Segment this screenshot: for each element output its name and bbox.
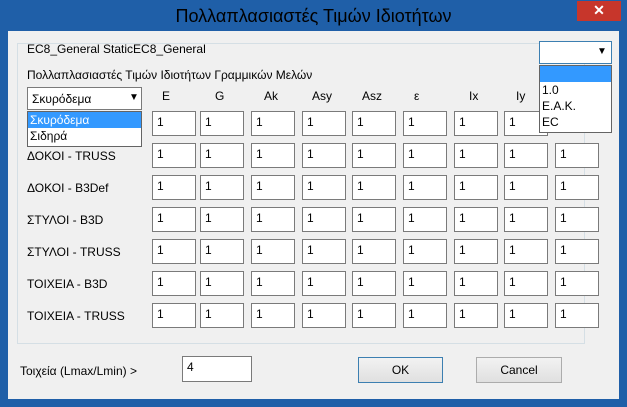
row-label: ΣΤΥΛΟΙ - TRUSS	[27, 245, 121, 259]
multiplier-input[interactable]: 1	[352, 175, 396, 200]
multiplier-input[interactable]: 1	[352, 271, 396, 296]
multiplier-input[interactable]: 1	[352, 207, 396, 232]
group-title: Πολλαπλασιαστές Τιμών Ιδιοτήτων Γραμμικώ…	[25, 68, 315, 82]
material-select-value: Σκυρόδεμα	[32, 92, 92, 106]
code-option-ec[interactable]: EC	[540, 114, 611, 130]
row-label: ΤΟΙΧΕΙΑ - B3D	[27, 277, 108, 291]
code-option-eak[interactable]: E.A.K.	[540, 98, 611, 114]
multiplier-input[interactable]: 1	[302, 239, 346, 264]
multiplier-input[interactable]: 1	[454, 207, 498, 232]
multiplier-input[interactable]: 1	[504, 271, 548, 296]
multiplier-input[interactable]: 1	[152, 303, 196, 328]
multiplier-input[interactable]: 1	[555, 143, 599, 168]
multiplier-input[interactable]: 1	[302, 111, 346, 136]
row-label: ΤΟΙΧΕΙΑ - TRUSS	[27, 309, 125, 323]
multiplier-input[interactable]: 1	[200, 271, 244, 296]
multiplier-input[interactable]: 1	[504, 207, 548, 232]
multiplier-input[interactable]: 1	[352, 239, 396, 264]
multiplier-input[interactable]: 1	[454, 303, 498, 328]
multiplier-input[interactable]: 1	[302, 175, 346, 200]
multiplier-input[interactable]: 1	[504, 175, 548, 200]
dialog-window: Πολλαπλασιαστές Τιμών Ιδιοτήτων ✕ EC8_Ge…	[0, 0, 627, 407]
multiplier-input[interactable]: 1	[302, 143, 346, 168]
multiplier-input[interactable]: 1	[251, 271, 295, 296]
column-header: Ak	[264, 89, 279, 103]
column-header: E	[162, 89, 171, 103]
multiplier-input[interactable]: 1	[200, 175, 244, 200]
window-title: Πολλαπλασιαστές Τιμών Ιδιοτήτων	[175, 6, 452, 26]
material-option-concrete[interactable]: Σκυρόδεμα	[28, 112, 141, 128]
multiplier-input[interactable]: 1	[454, 111, 498, 136]
multiplier-input[interactable]: 1	[302, 271, 346, 296]
multiplier-input[interactable]: 1	[352, 111, 396, 136]
multiplier-input[interactable]: 1	[403, 175, 447, 200]
column-header: Ix	[469, 89, 479, 103]
multiplier-input[interactable]: 1	[555, 271, 599, 296]
row-label: ΔΟΚΟΙ - TRUSS	[27, 149, 116, 163]
multiplier-input[interactable]: 1	[504, 239, 548, 264]
ratio-input[interactable]: 4	[182, 356, 252, 382]
title-bar: Πολλαπλασιαστές Τιμών Ιδιοτήτων ✕	[0, 0, 627, 32]
material-select[interactable]: Σκυρόδεμα ▼	[27, 87, 142, 110]
multiplier-input[interactable]: 1	[251, 175, 295, 200]
multiplier-input[interactable]: 1	[555, 239, 599, 264]
row-label: ΔΟΚΟΙ - B3Def	[27, 181, 109, 195]
multiplier-input[interactable]: 1	[555, 175, 599, 200]
multiplier-input[interactable]: 1	[403, 303, 447, 328]
multiplier-input[interactable]: 1	[152, 143, 196, 168]
multiplier-input[interactable]: 1	[152, 207, 196, 232]
multiplier-input[interactable]: 1	[200, 239, 244, 264]
multiplier-input[interactable]: 1	[152, 239, 196, 264]
multiplier-input[interactable]: 1	[454, 175, 498, 200]
multiplier-input[interactable]: 1	[504, 303, 548, 328]
material-option-steel[interactable]: Σιδηρά	[28, 128, 141, 144]
multiplier-input[interactable]: 1	[251, 239, 295, 264]
ratio-label: Τοιχεία (Lmax/Lmin) >	[20, 364, 137, 378]
multiplier-input[interactable]: 1	[200, 207, 244, 232]
multiplier-input[interactable]: 1	[251, 207, 295, 232]
multiplier-input[interactable]: 1	[352, 143, 396, 168]
multiplier-input[interactable]: 1	[403, 111, 447, 136]
multiplier-input[interactable]: 1	[200, 111, 244, 136]
multiplier-input[interactable]: 1	[302, 207, 346, 232]
material-dropdown-list: Σκυρόδεμα Σιδηρά	[27, 111, 142, 147]
multiplier-input[interactable]: 1	[403, 143, 447, 168]
code-select[interactable]: ▼	[539, 41, 612, 64]
multiplier-input[interactable]: 1	[403, 207, 447, 232]
column-header: G	[215, 89, 225, 103]
multiplier-input[interactable]: 1	[152, 271, 196, 296]
multiplier-input[interactable]: 1	[454, 271, 498, 296]
column-header: ε	[414, 89, 420, 103]
chevron-down-icon: ▼	[129, 92, 139, 103]
multiplier-input[interactable]: 1	[152, 175, 196, 200]
code-dropdown-list: 1.0 E.A.K. EC	[539, 65, 612, 133]
chevron-down-icon: ▼	[597, 46, 607, 57]
multiplier-input[interactable]: 1	[454, 143, 498, 168]
multiplier-input[interactable]: 1	[403, 239, 447, 264]
multiplier-input[interactable]: 1	[302, 303, 346, 328]
multiplier-input[interactable]: 1	[200, 143, 244, 168]
multiplier-input[interactable]: 1	[152, 111, 196, 136]
multiplier-input[interactable]: 1	[555, 207, 599, 232]
multiplier-input[interactable]: 1	[555, 303, 599, 328]
column-header: Asz	[362, 89, 383, 103]
multiplier-input[interactable]: 1	[200, 303, 244, 328]
multiplier-input[interactable]: 1	[504, 143, 548, 168]
code-option-empty[interactable]	[540, 66, 611, 82]
cancel-button[interactable]: Cancel	[476, 357, 562, 383]
multiplier-input[interactable]: 1	[352, 303, 396, 328]
multiplier-input[interactable]: 1	[403, 271, 447, 296]
ok-button[interactable]: OK	[358, 357, 443, 383]
multiplier-input[interactable]: 1	[251, 303, 295, 328]
multiplier-input[interactable]: 1	[251, 143, 295, 168]
column-header: Iy	[516, 89, 526, 103]
multiplier-input[interactable]: 1	[454, 239, 498, 264]
close-button[interactable]: ✕	[577, 1, 621, 21]
column-header: Asy	[312, 89, 333, 103]
code-option-1-0[interactable]: 1.0	[540, 82, 611, 98]
row-label: ΣΤΥΛΟΙ - B3D	[27, 213, 104, 227]
multiplier-input[interactable]: 1	[251, 111, 295, 136]
